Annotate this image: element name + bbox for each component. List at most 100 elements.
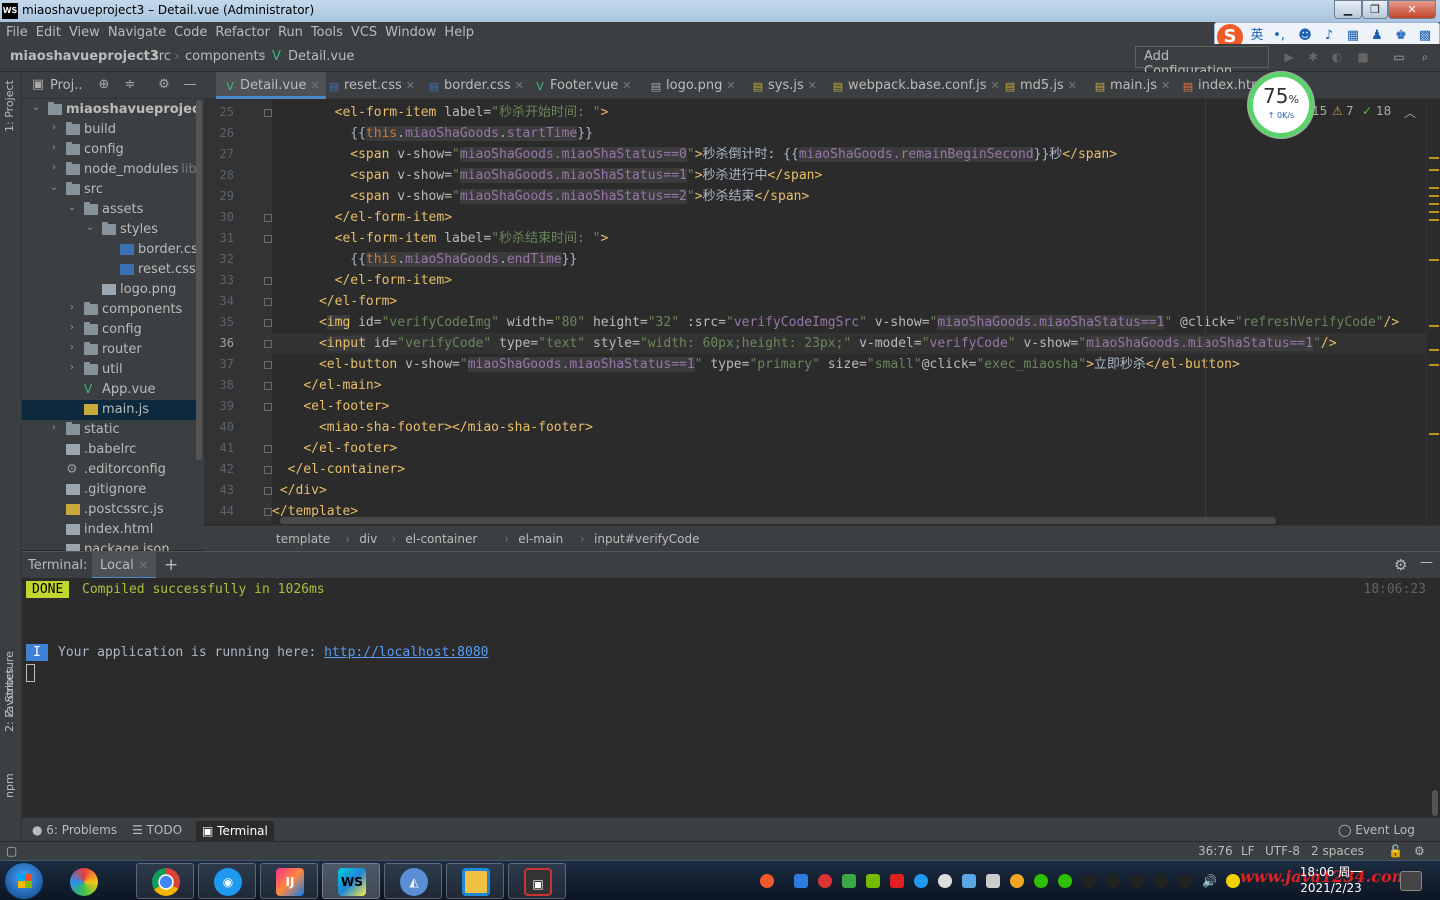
menu-tools[interactable]: Tools (307, 22, 347, 40)
editor-tab[interactable]: ▤ webpack.base.conf.js ✕ (824, 72, 1006, 99)
chevron-right-icon[interactable]: › (66, 362, 78, 373)
chevron-down-icon[interactable]: ⌄ (48, 182, 60, 193)
tray-icon[interactable] (986, 874, 1000, 888)
chevron-right-icon[interactable]: › (48, 422, 60, 433)
tree-item[interactable]: ⌄ src (22, 180, 198, 200)
collapse-all-icon[interactable]: ≑ (122, 77, 138, 93)
breadcrumb-item[interactable]: el-container (405, 532, 477, 546)
network-speed-meter[interactable]: 75% ↑ 0K/s (1248, 72, 1314, 138)
tree-item[interactable]: › components (22, 300, 198, 320)
close-tab-icon[interactable]: ✕ (622, 79, 631, 92)
ime-lang-toggle[interactable]: 英 (1249, 28, 1265, 44)
code-line[interactable]: <el-button v-show="miaoShaGoods.miaoShaS… (272, 354, 1240, 375)
chevron-down-icon[interactable]: ⌄ (66, 202, 78, 213)
close-tab-icon[interactable]: ✕ (139, 559, 148, 572)
line-separator[interactable]: LF (1241, 844, 1255, 858)
line-number[interactable]: 29 (204, 189, 234, 203)
line-number[interactable]: 41 (204, 441, 234, 455)
minimize-button[interactable]: ▁ (1334, 0, 1362, 19)
line-number[interactable]: 32 (204, 252, 234, 266)
menu-window[interactable]: Window (381, 22, 440, 40)
emoji-icon[interactable]: ☻ (1297, 28, 1313, 44)
line-number[interactable]: 35 (204, 315, 234, 329)
menu-edit[interactable]: Edit (32, 22, 65, 40)
lock-icon[interactable]: 🔓 (1388, 844, 1403, 858)
warning-marker[interactable] (1429, 187, 1439, 189)
warning-marker[interactable] (1429, 325, 1439, 327)
chevron-right-icon[interactable]: › (66, 342, 78, 353)
terminal-scrollbar[interactable] (1432, 790, 1438, 816)
memory-indicator-icon[interactable]: ⚙ (1414, 844, 1425, 858)
close-tab-icon[interactable]: ✕ (310, 79, 319, 92)
close-button[interactable]: ✕ (1388, 0, 1436, 19)
volume-icon[interactable]: 🔊 (1202, 874, 1217, 888)
nav-file[interactable]: Detail.vue (288, 49, 354, 64)
editor-tab[interactable]: ▤ md5.js ✕ (996, 72, 1083, 99)
tree-item[interactable]: V App.vue (22, 380, 198, 400)
editor-tab[interactable]: V Footer.vue ✕ (526, 72, 637, 99)
tree-item[interactable]: border.css (22, 240, 198, 260)
close-tab-icon[interactable]: ✕ (808, 79, 817, 92)
warning-marker[interactable] (1429, 203, 1439, 205)
taskbar-app-screen-recorder[interactable]: ▣ (508, 863, 566, 899)
line-number[interactable]: 33 (204, 273, 234, 287)
taskbar-app-chrome[interactable] (136, 863, 194, 899)
wechat-icon[interactable] (1034, 874, 1048, 888)
qq-icon[interactable] (1154, 874, 1168, 888)
fold-marker-icon[interactable] (264, 319, 272, 327)
keyboard-icon[interactable]: ▦ (1345, 28, 1361, 44)
qq-icon[interactable] (1178, 874, 1192, 888)
nav-src[interactable]: src (152, 49, 171, 64)
code-line[interactable]: </el-container> (272, 459, 405, 480)
breadcrumb-item[interactable]: div (359, 532, 377, 546)
fold-marker-icon[interactable] (264, 487, 272, 495)
editor-tab[interactable]: V Detail.vue ✕ (216, 72, 326, 99)
hide-panel-icon[interactable]: — (1420, 555, 1433, 570)
code-line[interactable]: <miao-sha-footer></miao-sha-footer> (272, 417, 593, 438)
line-number[interactable]: 34 (204, 294, 234, 308)
run-icon[interactable]: ▶ (1282, 50, 1296, 64)
project-tool-label[interactable]: 1: Project (3, 80, 16, 132)
taskbar-app-intellij[interactable]: IJ (260, 863, 318, 899)
code-line[interactable]: <span v-show="miaoShaGoods.miaoShaStatus… (272, 165, 822, 186)
warning-marker[interactable] (1429, 433, 1439, 435)
editor-tab[interactable]: ▤ logo.png ✕ (642, 72, 742, 99)
tray-icon[interactable] (890, 874, 904, 888)
chevron-right-icon[interactable]: › (48, 162, 60, 173)
tree-item[interactable]: .babelrc (22, 440, 198, 460)
chevron-down-icon[interactable]: ⌄ (30, 102, 42, 113)
code-line[interactable]: <img id="verifyCodeImg" width="80" heigh… (272, 312, 1399, 333)
prev-highlight-icon[interactable]: ︿ (1404, 104, 1416, 121)
project-structure-icon[interactable]: ▭ (1392, 50, 1406, 64)
close-tab-icon[interactable]: ✕ (726, 79, 735, 92)
tray-icon[interactable] (962, 874, 976, 888)
user-icon[interactable]: ♟ (1369, 28, 1385, 44)
editor-tab[interactable]: ▤ reset.css ✕ (320, 72, 421, 99)
coverage-icon[interactable]: ◐ (1330, 50, 1344, 64)
file-encoding[interactable]: UTF-8 (1265, 844, 1300, 858)
tree-item[interactable]: ⌄ assets (22, 200, 198, 220)
nav-components[interactable]: components (185, 49, 265, 64)
line-number[interactable]: 25 (204, 105, 234, 119)
editor-tab[interactable]: ▤ main.js ✕ (1086, 72, 1176, 99)
line-number[interactable]: 38 (204, 378, 234, 392)
indent-setting[interactable]: 2 spaces (1311, 844, 1364, 858)
code-line[interactable]: </el-form-item> (272, 270, 452, 291)
fold-marker-icon[interactable] (264, 298, 272, 306)
new-terminal-icon[interactable]: + (164, 555, 178, 575)
project-scrollbar[interactable] (196, 100, 202, 460)
warning-marker[interactable] (1429, 349, 1439, 351)
ime-menu-icon[interactable]: ▩ (1417, 28, 1433, 44)
tray-icon[interactable] (1010, 874, 1024, 888)
fold-marker-icon[interactable] (264, 214, 272, 222)
system-clock[interactable]: 18:06 周一 2021/2/23 (1296, 864, 1366, 896)
tree-item[interactable]: reset.css (22, 260, 198, 280)
menu-navigate[interactable]: Navigate (104, 22, 170, 40)
search-everywhere-icon[interactable]: ⌕ (1418, 50, 1432, 64)
line-number[interactable]: 37 (204, 357, 234, 371)
tree-item[interactable]: index.html (22, 520, 198, 540)
code-line[interactable]: </el-form-item> (272, 207, 452, 228)
line-number[interactable]: 31 (204, 231, 234, 245)
menu-vcs[interactable]: VCS (347, 22, 381, 40)
breadcrumb-item[interactable]: input#verifyCode (594, 532, 700, 546)
